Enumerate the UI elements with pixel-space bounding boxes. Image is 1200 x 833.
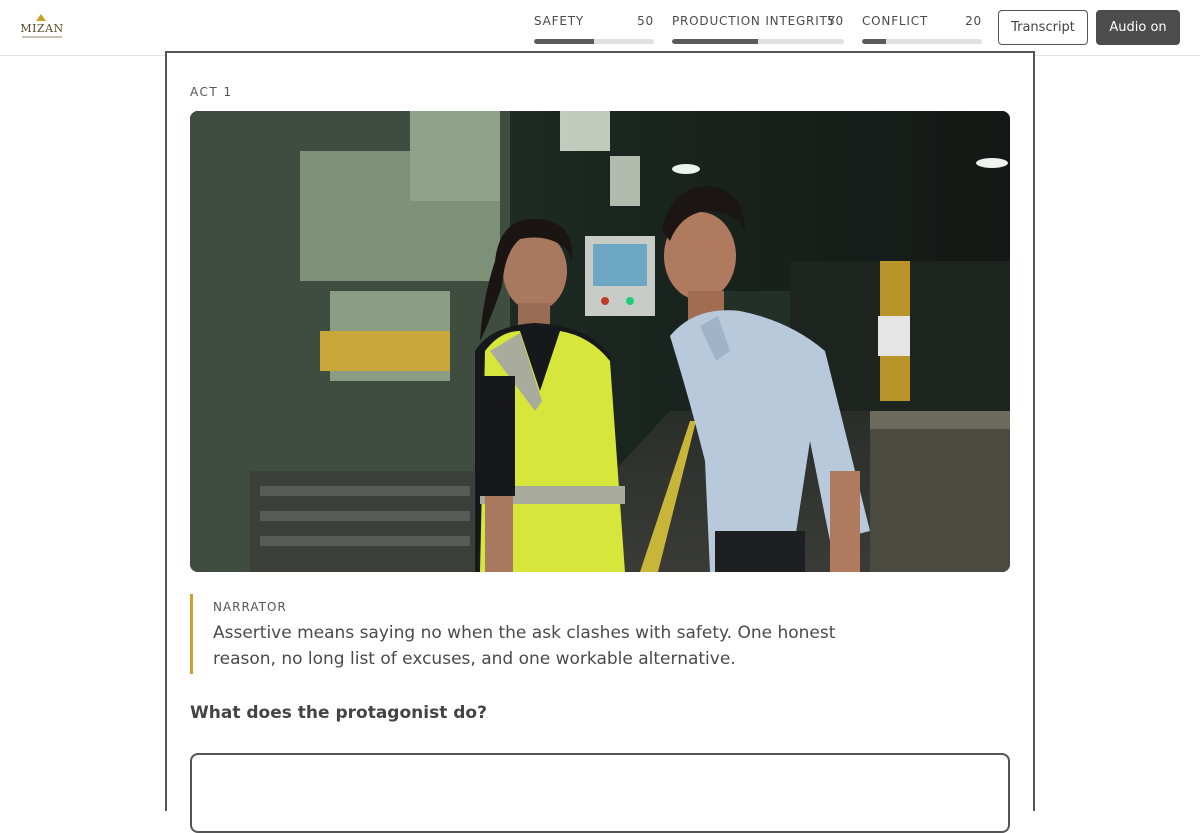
meter-safety: SAFETY 50 — [534, 14, 654, 44]
question-prompt: What does the protagonist do? — [190, 703, 487, 723]
audio-toggle-button[interactable]: Audio on — [1096, 10, 1180, 45]
meter-label: SAFETY — [534, 14, 584, 28]
mizan-logo: MIZAN — [20, 14, 64, 42]
meter-label: CONFLICT — [862, 14, 929, 28]
scene-illustration — [190, 111, 1010, 572]
narrator-block: NARRATOR Assertive means saying no when … — [190, 594, 890, 674]
meter-label: PRODUCTION INTEGRITY — [672, 14, 836, 28]
meter-production-integrity: PRODUCTION INTEGRITY 50 — [672, 14, 844, 44]
choice-option[interactable] — [190, 753, 1010, 833]
meter-track — [672, 39, 844, 44]
logo-underline — [22, 36, 62, 38]
meter-value: 20 — [965, 14, 982, 28]
transcript-button[interactable]: Transcript — [998, 10, 1088, 45]
act-label: ACT 1 — [190, 85, 233, 99]
factory-confrontation-illustration — [190, 111, 1010, 572]
crown-icon — [36, 14, 46, 21]
meter-track — [534, 39, 654, 44]
narrator-text: Assertive means saying no when the ask c… — [213, 623, 836, 669]
meter-track — [862, 39, 982, 44]
top-bar: MIZAN SAFETY 50 PRODUCTION INTEGRITY 50 … — [0, 0, 1200, 56]
narrator-label: NARRATOR — [213, 600, 287, 614]
meter-fill — [862, 39, 886, 44]
meter-fill — [672, 39, 758, 44]
meter-conflict: CONFLICT 20 — [862, 14, 982, 44]
meter-value: 50 — [827, 14, 844, 28]
meter-fill — [534, 39, 594, 44]
scene-card: ACT 1 NARRATOR Assertive means saying no… — [165, 51, 1035, 833]
meter-value: 50 — [637, 14, 654, 28]
logo-text: MIZAN — [20, 22, 64, 35]
